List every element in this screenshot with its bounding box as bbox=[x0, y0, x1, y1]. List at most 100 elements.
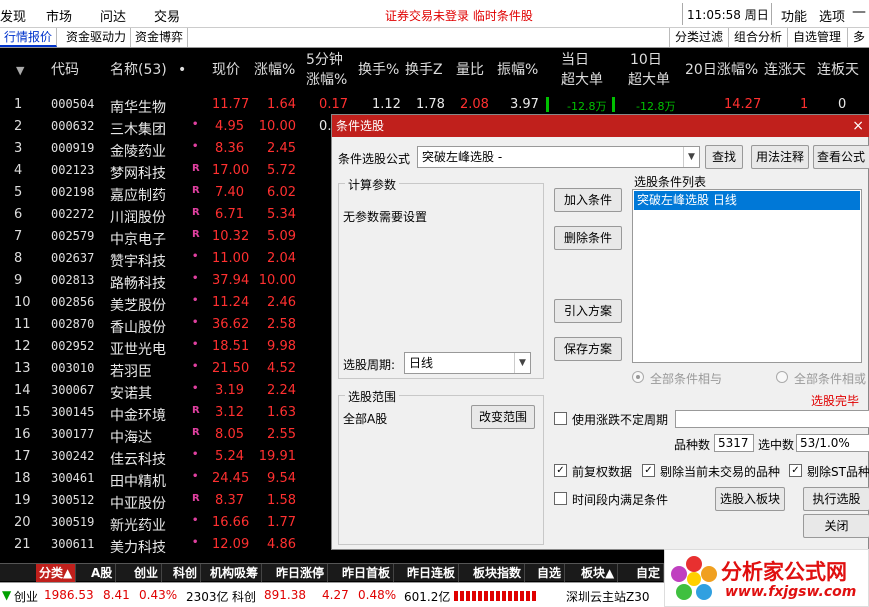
menu-bar: 发现 市场 问达 交易 证券交易未登录 临时条件股 11:05:58 周日 功能… bbox=[0, 0, 869, 28]
uncertain-period-input[interactable] bbox=[675, 410, 869, 428]
bottom-tab[interactable]: A股 bbox=[88, 564, 117, 582]
tab-category-filter[interactable]: 分类过滤 bbox=[669, 28, 728, 47]
stock-change: 5.34 bbox=[267, 207, 296, 222]
bottom-tab[interactable]: 创业 bbox=[131, 564, 163, 582]
stock-change: 10.00 bbox=[258, 273, 296, 288]
stock-flag: • bbox=[192, 471, 199, 482]
stock-code: 002856 bbox=[51, 295, 95, 309]
save-plan-button[interactable]: 保存方案 bbox=[554, 337, 622, 361]
execute-button[interactable]: 执行选股 bbox=[803, 487, 869, 511]
col-streak[interactable]: 连涨天 bbox=[764, 61, 806, 79]
bottom-tab[interactable]: 自定 bbox=[633, 564, 665, 582]
menu-item-function[interactable]: 功能 bbox=[781, 6, 807, 25]
col-ten-line1[interactable]: 10日 bbox=[630, 51, 662, 69]
tab-watchlist-manage[interactable]: 自选管理 bbox=[787, 28, 846, 47]
menu-item-discover[interactable]: 发现 bbox=[0, 6, 26, 25]
stock-change: 9.98 bbox=[267, 339, 296, 354]
col-day-line1[interactable]: 当日 bbox=[561, 51, 589, 69]
radio-and[interactable] bbox=[632, 371, 644, 383]
period-select[interactable]: 日线 ▼ bbox=[404, 352, 531, 374]
close-icon[interactable]: × bbox=[852, 115, 864, 137]
chevron-down-icon[interactable]: ▼ bbox=[514, 353, 530, 373]
import-plan-button[interactable]: 引入方案 bbox=[554, 299, 622, 323]
server-station[interactable]: 深圳云主站Z30 bbox=[566, 588, 650, 605]
menu-item-market[interactable]: 市场 bbox=[46, 6, 72, 25]
bottom-tab[interactable]: 科创 bbox=[170, 564, 202, 582]
col-day-line2[interactable]: 超大单 bbox=[561, 71, 603, 89]
stock-name: 川润股份 bbox=[110, 210, 166, 226]
tab-more[interactable]: 多 bbox=[847, 28, 869, 47]
row-index: 11 bbox=[14, 317, 31, 332]
col-m5-line1[interactable]: 5分钟 bbox=[306, 51, 343, 69]
formula-select[interactable]: 突破左峰选股 - ▼ bbox=[417, 146, 700, 168]
view-formula-button[interactable]: 查看公式 bbox=[813, 145, 869, 169]
col-change[interactable]: 涨幅% bbox=[254, 61, 295, 79]
chevron-down-icon[interactable]: ▼ bbox=[683, 147, 699, 167]
add-condition-button[interactable]: 加入条件 bbox=[554, 188, 622, 212]
bottom-tab[interactable]: 自选 bbox=[534, 564, 566, 582]
condition-screen-dialog: 条件选股 × 条件选股公式 突破左峰选股 - ▼ 查找 用法注释 查看公式 计算… bbox=[331, 114, 869, 550]
uncertain-period-checkbox[interactable] bbox=[554, 412, 567, 425]
menu-item-wenda[interactable]: 问达 bbox=[100, 6, 126, 25]
bottom-tab[interactable]: 昨日涨停 bbox=[273, 564, 329, 582]
col-turnover[interactable]: 换手% bbox=[358, 61, 399, 79]
col-price[interactable]: 现价 bbox=[212, 61, 240, 79]
col-board[interactable]: 连板天 bbox=[817, 61, 859, 79]
menu-item-trade[interactable]: 交易 bbox=[154, 6, 180, 25]
minimize-icon[interactable]: — bbox=[852, 4, 869, 24]
col-ten-line2[interactable]: 超大单 bbox=[628, 71, 670, 89]
stock-price: 3.12 bbox=[215, 405, 244, 420]
exclude-st-checkbox[interactable]: ✓ bbox=[789, 464, 802, 477]
period-cond-checkbox[interactable] bbox=[554, 492, 567, 505]
col-code[interactable]: 代码 bbox=[51, 61, 79, 79]
condition-list[interactable]: 突破左峰选股 日线 bbox=[632, 189, 862, 363]
col-vol-ratio[interactable]: 量比 bbox=[456, 61, 484, 79]
stock-code: 300461 bbox=[51, 471, 95, 485]
kc-change: 4.27 bbox=[322, 588, 349, 602]
down-arrow-icon: ▼ bbox=[2, 588, 12, 602]
bottom-tab[interactable]: 板块▲ bbox=[578, 564, 619, 582]
stock-code: 002952 bbox=[51, 339, 95, 353]
sort-arrow-icon[interactable]: ▼ bbox=[16, 62, 24, 80]
stock-flag: R bbox=[192, 493, 200, 504]
col-name[interactable]: 名称(53) bbox=[110, 61, 167, 79]
app-window: 发现 市场 问达 交易 证券交易未登录 临时条件股 11:05:58 周日 功能… bbox=[0, 0, 869, 607]
to-block-button[interactable]: 选股入板块 bbox=[715, 487, 785, 511]
stock-code: 300145 bbox=[51, 405, 95, 419]
stock-name: 中亚股份 bbox=[110, 496, 166, 512]
tab-portfolio-analysis[interactable]: 组合分析 bbox=[728, 28, 787, 47]
bottom-tab[interactable]: 板块指数 bbox=[470, 564, 526, 582]
stock-name: 美力科技 bbox=[110, 540, 166, 556]
quote-table-header: ▼ 代码 名称(53) • 现价 涨幅% 5分钟 涨幅% 换手% 换手Z 量比 … bbox=[0, 48, 869, 94]
bottom-tab[interactable]: 昨日连板 bbox=[404, 564, 460, 582]
params-text: 无参数需要设置 bbox=[343, 210, 428, 224]
menu-item-options[interactable]: 选项 bbox=[819, 6, 845, 25]
bottom-tab[interactable]: 机构吸筹 bbox=[207, 564, 263, 582]
find-button[interactable]: 查找 bbox=[705, 145, 743, 169]
radio-or[interactable] bbox=[776, 371, 788, 383]
col-d20[interactable]: 20日涨幅% bbox=[685, 61, 758, 79]
exclude-untraded-checkbox[interactable]: ✓ bbox=[642, 464, 655, 477]
stock-code: 000632 bbox=[51, 119, 95, 133]
row-index: 2 bbox=[14, 119, 23, 134]
stock-price: 36.62 bbox=[212, 317, 250, 332]
delete-condition-button[interactable]: 删除条件 bbox=[554, 226, 622, 250]
col-m5-line2[interactable]: 涨幅% bbox=[306, 71, 347, 89]
login-alert[interactable]: 证券交易未登录 临时条件股 bbox=[385, 7, 533, 24]
col-amplitude[interactable]: 振幅% bbox=[497, 61, 538, 79]
tab-capital-drive[interactable]: 资金驱动力 bbox=[62, 28, 132, 47]
usage-notes-button[interactable]: 用法注释 bbox=[751, 145, 809, 169]
bottom-tab[interactable]: 分类▲ bbox=[36, 564, 77, 582]
col-turnoverz[interactable]: 换手Z bbox=[405, 61, 443, 79]
change-range-button[interactable]: 改变范围 bbox=[471, 405, 535, 429]
period-value: 日线 bbox=[409, 356, 434, 370]
stock-change: 2.24 bbox=[267, 383, 296, 398]
close-button[interactable]: 关闭 bbox=[803, 514, 869, 538]
fq-checkbox[interactable]: ✓ bbox=[554, 464, 567, 477]
tab-quotes[interactable]: 行情报价 bbox=[0, 28, 58, 47]
bottom-tab[interactable]: 昨日首板 bbox=[339, 564, 395, 582]
list-item[interactable]: 突破左峰选股 日线 bbox=[634, 191, 860, 210]
range-value: 全部A股 bbox=[343, 412, 388, 426]
dialog-title[interactable]: 条件选股 bbox=[332, 115, 869, 137]
tab-capital-game[interactable]: 资金博弈 bbox=[131, 28, 189, 47]
